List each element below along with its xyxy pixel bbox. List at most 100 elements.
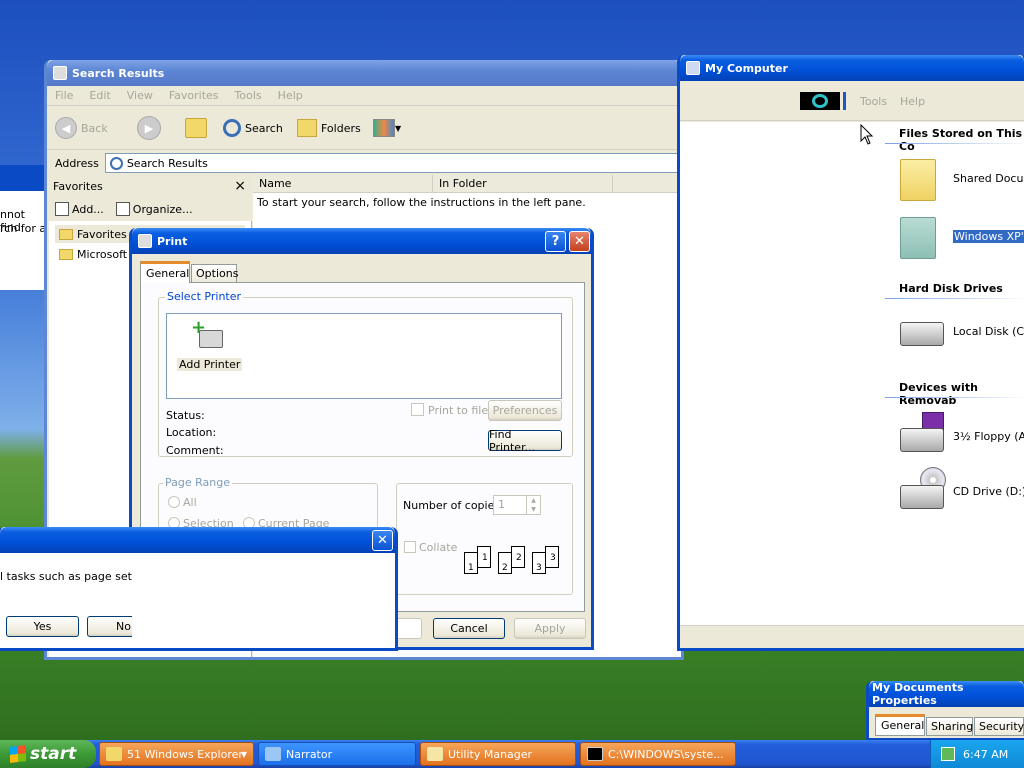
section-files-stored: Files Stored on This Co — [899, 127, 1023, 153]
taskbar-item-command-prompt[interactable]: C:\WINDOWS\syste... — [580, 742, 736, 766]
shared-documents-item[interactable]: Shared Docume — [900, 157, 1024, 203]
menu-favorites[interactable]: Favorites — [161, 89, 227, 102]
copies-input[interactable]: 1 ▲ ▼ — [493, 495, 541, 515]
my-computer-statusbar — [680, 625, 1024, 648]
tab-sharing[interactable]: Sharing — [926, 717, 973, 736]
tab-general[interactable]: General — [140, 261, 190, 283]
narrator-icon — [265, 747, 281, 761]
printer-title-icon — [138, 234, 152, 248]
utility-manager-icon — [427, 747, 443, 761]
organize-icon — [115, 202, 130, 216]
taskbar-item-windows-explorer[interactable]: 51 Windows Explorer ▼ — [99, 742, 254, 766]
taskbar-item-utility-manager[interactable]: Utility Manager — [420, 742, 576, 766]
menu-view[interactable]: View — [119, 89, 161, 102]
address-field[interactable]: Search Results — [104, 153, 681, 173]
organize-favorites-button[interactable]: Organize... — [115, 202, 193, 216]
apply-button[interactable]: Apply — [514, 618, 586, 639]
add-printer-item[interactable]: + Add Printer — [177, 318, 243, 374]
add-printer-label: Add Printer — [177, 358, 243, 371]
background-window[interactable]: nnot find rch for a — [0, 165, 48, 290]
clock[interactable]: 6:47 AM — [963, 748, 1008, 761]
windows-logo-icon — [800, 92, 840, 110]
column-header-name[interactable]: Name — [253, 175, 433, 193]
preferences-button[interactable]: Preferences — [488, 400, 562, 421]
favorites-title: Favorites — [53, 179, 103, 193]
my-computer-title: My Computer — [705, 61, 788, 75]
message-mask — [132, 553, 395, 648]
my-computer-titlebar[interactable]: My Computer — [680, 55, 1024, 81]
shared-documents-label: Shared Docume — [953, 172, 1024, 185]
confirm-dialog[interactable]: ✕ l tasks such as page setup c Yes No — [0, 527, 398, 651]
tray-network-icon[interactable] — [941, 747, 955, 761]
views-button[interactable]: ▼ — [373, 116, 407, 140]
back-label: Back — [81, 121, 108, 135]
local-disk-item[interactable]: Local Disk (C:) — [900, 312, 1024, 352]
close-button[interactable]: ✕ — [569, 231, 590, 252]
mouse-cursor-icon — [860, 124, 874, 145]
search-window-icon — [53, 66, 67, 80]
column-header-in-folder[interactable]: In Folder — [433, 175, 613, 193]
help-button[interactable]: ? — [545, 231, 566, 252]
menu-tools[interactable]: Tools — [227, 89, 270, 102]
cancel-button[interactable]: Cancel — [433, 618, 505, 639]
search-window-title: Search Results — [72, 66, 165, 80]
section-divider — [885, 397, 1024, 398]
my-computer-window[interactable]: My Computer Tools Help Files Stored on T… — [677, 55, 1024, 651]
search-window-toolbar: ◀ Back ▶ Search Folders ▼ — [47, 106, 681, 150]
windows-xp-documents-item[interactable]: Windows XP's D — [900, 215, 1024, 261]
confirm-message: l tasks such as page setup c — [0, 570, 132, 583]
find-printer-button[interactable]: Find Printer... — [488, 428, 562, 454]
menu-tools[interactable]: Tools — [860, 95, 887, 108]
copies-value: 1 — [498, 498, 505, 511]
cd-drive-icon — [900, 485, 944, 509]
search-window-titlebar[interactable]: Search Results — [47, 60, 681, 86]
cd-drive-item[interactable]: CD Drive (D:) — [900, 467, 1024, 511]
address-value: Search Results — [126, 156, 208, 170]
my-documents-properties-window[interactable]: My Documents Properties General Sharing … — [866, 681, 1024, 741]
menu-file[interactable]: File — [47, 89, 81, 102]
back-button[interactable]: ◀ Back — [55, 116, 117, 140]
properties-titlebar[interactable]: My Documents Properties — [869, 681, 1024, 707]
taskbar-item-label: Narrator — [286, 747, 333, 761]
search-button[interactable]: Search — [223, 116, 283, 140]
taskbar-item-label: Utility Manager — [448, 747, 533, 761]
favorites-close-icon[interactable]: × — [234, 178, 246, 194]
tab-security[interactable]: Security — [974, 717, 1024, 736]
forward-button[interactable]: ▶ — [137, 116, 161, 140]
address-label: Address — [55, 156, 99, 170]
confirm-dialog-titlebar[interactable] — [0, 527, 395, 553]
folders-label: Folders — [321, 121, 361, 135]
print-dialog-titlebar[interactable]: Print — [132, 228, 591, 254]
all-label: All — [183, 496, 197, 509]
comment-label: Comment: — [166, 444, 224, 457]
number-of-copies-label: Number of copies: — [403, 499, 504, 512]
print-to-file-checkbox[interactable] — [411, 403, 424, 416]
copies-spinner-icon[interactable]: ▲ ▼ — [526, 496, 540, 514]
collate-page: 1 — [477, 546, 491, 568]
print-button-partial[interactable] — [398, 618, 422, 639]
folders-button[interactable]: Folders — [297, 116, 361, 140]
close-button[interactable]: ✕ — [372, 530, 393, 551]
menu-help[interactable]: Help — [270, 89, 311, 102]
collate-checkbox[interactable] — [404, 541, 416, 553]
up-folder-icon[interactable] — [185, 118, 207, 138]
floppy-drive-item[interactable]: 3½ Floppy (A: — [900, 412, 1024, 456]
tab-options[interactable]: Options — [191, 264, 238, 283]
taskbar-item-narrator[interactable]: Narrator — [258, 742, 416, 766]
add-favorite-button[interactable]: Add... — [55, 202, 104, 216]
cd-drive-label: CD Drive (D:) — [953, 485, 1024, 498]
menu-help[interactable]: Help — [900, 95, 925, 108]
all-radio[interactable] — [168, 496, 180, 508]
yes-button[interactable]: Yes — [6, 616, 79, 637]
column-header-empty — [613, 175, 681, 193]
local-disk-label: Local Disk (C:) — [953, 325, 1024, 338]
tab-general[interactable]: General — [875, 714, 925, 736]
organize-label: Organize... — [132, 202, 193, 216]
system-tray: 6:47 AM — [930, 740, 1024, 768]
start-button[interactable]: start — [0, 740, 96, 768]
shared-documents-folder-icon — [900, 159, 936, 201]
menu-edit[interactable]: Edit — [81, 89, 118, 102]
collate-page: 3 — [545, 546, 559, 568]
print-dialog-title: Print — [157, 234, 188, 248]
windows-logo-divider — [843, 92, 846, 110]
